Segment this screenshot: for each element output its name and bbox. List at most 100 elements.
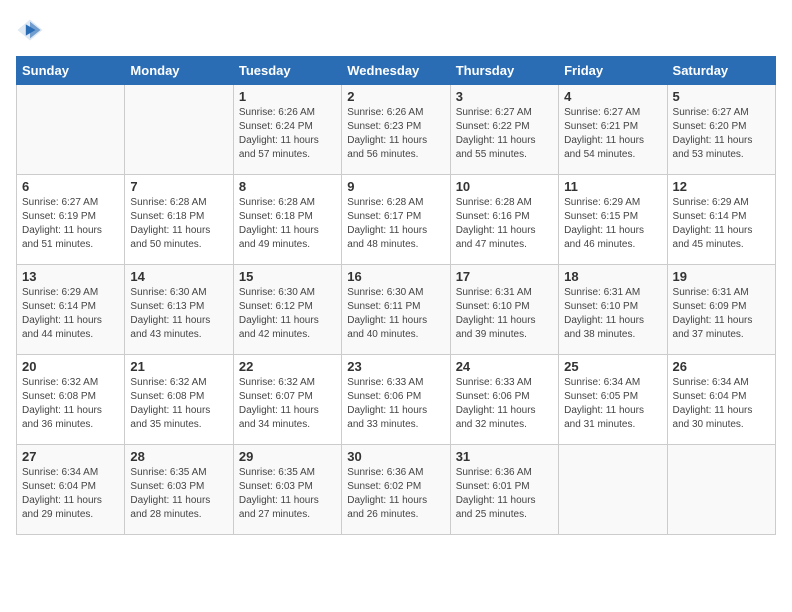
day-info: Sunrise: 6:31 AM Sunset: 6:10 PM Dayligh… <box>456 286 553 342</box>
calendar-cell: 18Sunrise: 6:31 AM Sunset: 6:10 PM Dayli… <box>559 265 667 355</box>
day-info: Sunrise: 6:30 AM Sunset: 6:12 PM Dayligh… <box>239 286 336 342</box>
calendar-cell: 7 Sunrise: 6:28 AM Sunset: 6:18 PM Daylig… <box>125 175 233 265</box>
calendar-cell <box>17 85 125 175</box>
day-info: Sunrise: 6:27 AM Sunset: 6:22 PM Dayligh… <box>456 106 553 162</box>
calendar-cell: 21 Sunrise: 6:32 AM Sunset: 6:08 PM Dayli… <box>125 355 233 445</box>
day-info: Sunrise: 6:34 AM Sunset: 6:04 PM Dayligh… <box>22 466 119 522</box>
day-info: Sunrise: 6:28 AM Sunset: 6:16 PM Dayligh… <box>456 196 553 252</box>
calendar-cell: 14 Sunrise: 6:30 AM Sunset: 6:13 PM Dayli… <box>125 265 233 355</box>
day-info: Sunrise: 6:32 AM Sunset: 6:08 PM Dayligh… <box>22 376 119 432</box>
day-number: 21 <box>130 359 227 374</box>
calendar-cell: 11 Sunrise: 6:29 AM Sunset: 6:15 PM Dayli… <box>559 175 667 265</box>
calendar-cell: 15 Sunrise: 6:30 AM Sunset: 6:12 PM Dayli… <box>233 265 341 355</box>
day-info: Sunrise: 6:27 AM Sunset: 6:19 PM Dayligh… <box>22 196 119 252</box>
calendar-cell: 29 Sunrise: 6:35 AM Sunset: 6:03 PM Dayli… <box>233 445 341 535</box>
day-info: Sunrise: 6:31 AM Sunset: 6:10 PM Dayligh… <box>564 286 661 342</box>
day-info: Sunrise: 6:28 AM Sunset: 6:18 PM Dayligh… <box>130 196 227 252</box>
day-info: Sunrise: 6:28 AM Sunset: 6:18 PM Dayligh… <box>239 196 336 252</box>
day-number: 13 <box>22 269 119 284</box>
calendar-cell: 1Sunrise: 6:26 AM Sunset: 6:24 PM Daylig… <box>233 85 341 175</box>
day-number: 31 <box>456 449 553 464</box>
calendar-cell: 6 Sunrise: 6:27 AM Sunset: 6:19 PM Daylig… <box>17 175 125 265</box>
calendar-cell: 24 Sunrise: 6:33 AM Sunset: 6:06 PM Dayli… <box>450 355 558 445</box>
calendar-cell: 22 Sunrise: 6:32 AM Sunset: 6:07 PM Dayli… <box>233 355 341 445</box>
day-number: 4 <box>564 89 661 104</box>
day-number: 10 <box>456 179 553 194</box>
calendar-table: SundayMondayTuesdayWednesdayThursdayFrid… <box>16 56 776 535</box>
calendar-cell: 20 Sunrise: 6:32 AM Sunset: 6:08 PM Dayli… <box>17 355 125 445</box>
day-info: Sunrise: 6:27 AM Sunset: 6:21 PM Dayligh… <box>564 106 661 162</box>
day-number: 25 <box>564 359 661 374</box>
calendar-cell: 26 Sunrise: 6:34 AM Sunset: 6:04 PM Dayli… <box>667 355 775 445</box>
day-info: Sunrise: 6:29 AM Sunset: 6:15 PM Dayligh… <box>564 196 661 252</box>
calendar-cell: 9 Sunrise: 6:28 AM Sunset: 6:17 PM Daylig… <box>342 175 450 265</box>
weekday-header: Friday <box>559 57 667 85</box>
day-number: 1 <box>239 89 336 104</box>
day-number: 24 <box>456 359 553 374</box>
calendar-cell <box>125 85 233 175</box>
day-info: Sunrise: 6:35 AM Sunset: 6:03 PM Dayligh… <box>130 466 227 522</box>
day-number: 6 <box>22 179 119 194</box>
calendar-cell: 17Sunrise: 6:31 AM Sunset: 6:10 PM Dayli… <box>450 265 558 355</box>
day-info: Sunrise: 6:36 AM Sunset: 6:02 PM Dayligh… <box>347 466 444 522</box>
day-info: Sunrise: 6:32 AM Sunset: 6:07 PM Dayligh… <box>239 376 336 432</box>
day-number: 8 <box>239 179 336 194</box>
calendar-cell: 12 Sunrise: 6:29 AM Sunset: 6:14 PM Dayli… <box>667 175 775 265</box>
day-number: 14 <box>130 269 227 284</box>
day-info: Sunrise: 6:33 AM Sunset: 6:06 PM Dayligh… <box>456 376 553 432</box>
calendar-cell: 10 Sunrise: 6:28 AM Sunset: 6:16 PM Dayli… <box>450 175 558 265</box>
day-info: Sunrise: 6:32 AM Sunset: 6:08 PM Dayligh… <box>130 376 227 432</box>
day-info: Sunrise: 6:29 AM Sunset: 6:14 PM Dayligh… <box>673 196 770 252</box>
day-info: Sunrise: 6:28 AM Sunset: 6:17 PM Dayligh… <box>347 196 444 252</box>
day-number: 12 <box>673 179 770 194</box>
calendar-cell: 30Sunrise: 6:36 AM Sunset: 6:02 PM Dayli… <box>342 445 450 535</box>
calendar-cell: 2 Sunrise: 6:26 AM Sunset: 6:23 PM Daylig… <box>342 85 450 175</box>
calendar-cell: 19 Sunrise: 6:31 AM Sunset: 6:09 PM Dayli… <box>667 265 775 355</box>
calendar-cell <box>559 445 667 535</box>
day-number: 20 <box>22 359 119 374</box>
calendar-cell: 16 Sunrise: 6:30 AM Sunset: 6:11 PM Dayli… <box>342 265 450 355</box>
day-number: 15 <box>239 269 336 284</box>
day-info: Sunrise: 6:30 AM Sunset: 6:13 PM Dayligh… <box>130 286 227 342</box>
day-number: 22 <box>239 359 336 374</box>
calendar-cell: 8 Sunrise: 6:28 AM Sunset: 6:18 PM Daylig… <box>233 175 341 265</box>
day-info: Sunrise: 6:29 AM Sunset: 6:14 PM Dayligh… <box>22 286 119 342</box>
calendar-cell: 28Sunrise: 6:35 AM Sunset: 6:03 PM Dayli… <box>125 445 233 535</box>
day-info: Sunrise: 6:27 AM Sunset: 6:20 PM Dayligh… <box>673 106 770 162</box>
day-number: 23 <box>347 359 444 374</box>
day-info: Sunrise: 6:31 AM Sunset: 6:09 PM Dayligh… <box>673 286 770 342</box>
day-number: 3 <box>456 89 553 104</box>
weekday-header: Sunday <box>17 57 125 85</box>
day-info: Sunrise: 6:30 AM Sunset: 6:11 PM Dayligh… <box>347 286 444 342</box>
calendar-cell: 3 Sunrise: 6:27 AM Sunset: 6:22 PM Daylig… <box>450 85 558 175</box>
logo-icon <box>16 16 44 44</box>
weekday-header: Saturday <box>667 57 775 85</box>
calendar-cell: 27 Sunrise: 6:34 AM Sunset: 6:04 PM Dayli… <box>17 445 125 535</box>
day-info: Sunrise: 6:26 AM Sunset: 6:23 PM Dayligh… <box>347 106 444 162</box>
day-number: 9 <box>347 179 444 194</box>
calendar-cell: 4 Sunrise: 6:27 AM Sunset: 6:21 PM Daylig… <box>559 85 667 175</box>
weekday-header: Monday <box>125 57 233 85</box>
day-info: Sunrise: 6:35 AM Sunset: 6:03 PM Dayligh… <box>239 466 336 522</box>
day-number: 11 <box>564 179 661 194</box>
day-info: Sunrise: 6:34 AM Sunset: 6:04 PM Dayligh… <box>673 376 770 432</box>
calendar-cell: 5 Sunrise: 6:27 AM Sunset: 6:20 PM Daylig… <box>667 85 775 175</box>
calendar-cell: 23 Sunrise: 6:33 AM Sunset: 6:06 PM Dayli… <box>342 355 450 445</box>
day-number: 7 <box>130 179 227 194</box>
day-number: 5 <box>673 89 770 104</box>
page-header <box>16 16 776 44</box>
day-info: Sunrise: 6:34 AM Sunset: 6:05 PM Dayligh… <box>564 376 661 432</box>
day-number: 27 <box>22 449 119 464</box>
day-number: 16 <box>347 269 444 284</box>
weekday-header: Tuesday <box>233 57 341 85</box>
calendar-header: SundayMondayTuesdayWednesdayThursdayFrid… <box>17 57 776 85</box>
day-number: 2 <box>347 89 444 104</box>
day-number: 19 <box>673 269 770 284</box>
calendar-cell: 13 Sunrise: 6:29 AM Sunset: 6:14 PM Dayli… <box>17 265 125 355</box>
weekday-header: Wednesday <box>342 57 450 85</box>
calendar-cell <box>667 445 775 535</box>
day-info: Sunrise: 6:33 AM Sunset: 6:06 PM Dayligh… <box>347 376 444 432</box>
day-number: 26 <box>673 359 770 374</box>
day-info: Sunrise: 6:36 AM Sunset: 6:01 PM Dayligh… <box>456 466 553 522</box>
day-number: 29 <box>239 449 336 464</box>
